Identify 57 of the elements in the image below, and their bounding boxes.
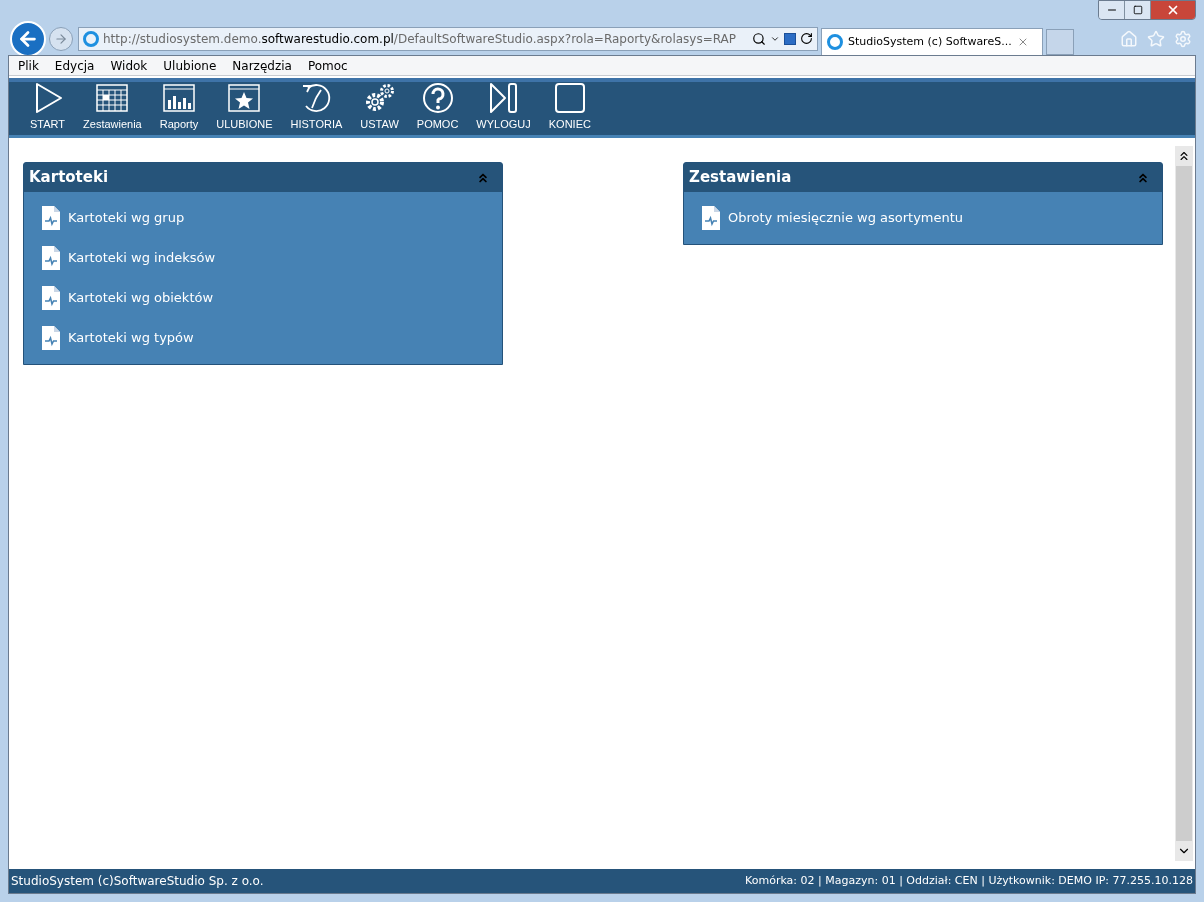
gears-icon [363, 81, 396, 114]
scroll-up-icon[interactable] [1177, 149, 1191, 163]
report-document-icon [42, 286, 60, 310]
forward-button[interactable] [49, 26, 73, 51]
session-info: Komórka: 02 | Magazyn: 01 | Oddział: CEN | Użytkownik: DEMO IP: 77.255.10.128 [745, 872, 1193, 889]
toolbar-button[interactable]: Raporty [150, 81, 208, 132]
menu-item[interactable]: Pomoc [307, 56, 348, 75]
back-button[interactable] [10, 20, 46, 57]
report-document-icon [702, 206, 720, 230]
status-text: StudioSystem (c)SoftwareStudio Sp. z o.o. [11, 873, 264, 890]
grid-icon [96, 81, 129, 114]
menu-item[interactable]: Plik [18, 56, 39, 75]
browser-tab[interactable]: StudioSystem (c) SoftwareS... [821, 28, 1043, 55]
address-bar[interactable]: http://studiosystem.demo.softwarestudio.com.pl/DefaultSoftwareStudio.aspx?rola=Raporty&rolasys=RAP [78, 26, 818, 51]
bar-chart-icon [163, 81, 195, 114]
menu-item[interactable]: Ulubione [163, 56, 217, 75]
refresh-icon[interactable] [800, 32, 813, 45]
report-link[interactable]: Kartoteki wg grup [24, 198, 502, 238]
browser-logo-icon [83, 30, 99, 47]
toolbar-button[interactable]: USTAW [351, 81, 408, 132]
url-text: http://studiosystem.demo.softwarestudio.com.pl/DefaultSoftwareStudio.aspx?rola=Raporty&rolasys=RAP [103, 30, 737, 48]
scrollbar[interactable] [1175, 146, 1193, 861]
report-link[interactable]: Kartoteki wg typów [24, 318, 502, 358]
tab-title: StudioSystem (c) SoftwareS... [848, 33, 1012, 50]
toolbar-button[interactable]: WYLOGUJ [467, 81, 540, 132]
minimize-button[interactable] [1099, 1, 1125, 19]
history-icon [300, 81, 333, 114]
skip-end-icon [487, 81, 520, 114]
menu-item[interactable]: Narzędzia [232, 56, 292, 75]
panel-title: Kartoteki [29, 167, 109, 189]
close-icon [1166, 3, 1180, 17]
toolbar-button[interactable]: HISTORIA [281, 81, 352, 132]
toolbar-button[interactable]: START [21, 81, 75, 132]
new-tab-button[interactable] [1046, 29, 1074, 55]
panel-title: Zestawienia [689, 167, 792, 189]
forward-arrow-icon [54, 31, 68, 46]
menu-item[interactable]: Widok [110, 56, 148, 75]
toolbar-button[interactable]: ULUBIONE [207, 81, 282, 132]
maximize-button[interactable] [1125, 1, 1151, 19]
report-document-icon [42, 246, 60, 270]
star-window-icon [228, 81, 261, 114]
report-link[interactable]: Obroty miesięcznie wg asortymentu [684, 198, 1162, 238]
close-button[interactable] [1151, 1, 1195, 19]
stop-icon [553, 81, 586, 114]
toolbar-button[interactable]: POMOC [407, 81, 468, 132]
toolbar-button[interactable]: Zestawienia [74, 81, 151, 132]
report-document-icon [42, 326, 60, 350]
report-link[interactable]: Kartoteki wg indeksów [24, 238, 502, 278]
compatibility-icon[interactable] [784, 32, 796, 45]
report-link[interactable]: Kartoteki wg obiektów [24, 278, 502, 318]
toolbar-button[interactable]: KONIEC [539, 81, 600, 132]
browser-logo-icon [827, 34, 843, 50]
report-document-icon [42, 206, 60, 230]
maximize-icon [1132, 5, 1143, 15]
help-icon [421, 81, 454, 114]
search-icon[interactable] [752, 31, 766, 46]
menu-item[interactable]: Edycja [54, 56, 95, 75]
